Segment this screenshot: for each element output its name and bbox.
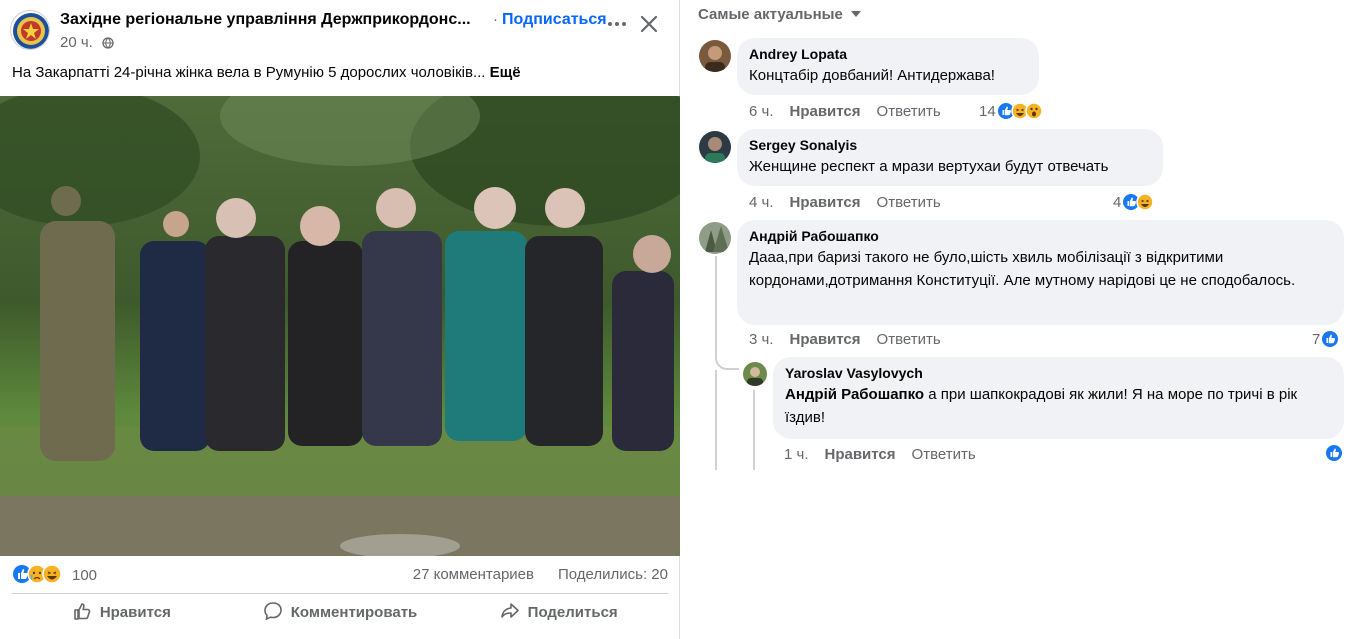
post-time[interactable]: 20 ч. bbox=[60, 34, 114, 53]
comment-reactions-count: 4 bbox=[1113, 193, 1122, 211]
close-icon[interactable] bbox=[635, 10, 663, 38]
haha-reaction-icon bbox=[42, 564, 62, 584]
comment-reactions[interactable]: 4 bbox=[1113, 192, 1161, 212]
comment-text-wrap: Андрій Рабошапко а при шапкокрадові як ж… bbox=[785, 386, 1297, 426]
comment-time[interactable]: 1 ч. bbox=[784, 446, 809, 463]
comment-like-button[interactable]: Нравится bbox=[790, 331, 861, 348]
avatar[interactable] bbox=[699, 131, 731, 163]
comment-reply-button[interactable]: Ответить bbox=[877, 331, 941, 348]
comment-like-button[interactable]: Нравится bbox=[790, 194, 861, 211]
thread-line bbox=[715, 370, 717, 470]
like-reaction-icon bbox=[997, 102, 1043, 120]
page-name[interactable]: Західне регіональне управління Держприко… bbox=[60, 11, 471, 29]
post-text: На Закарпатті 24-річна жінка вела в Руму… bbox=[12, 64, 521, 81]
post-stats: 100 27 комментариев Поделились: 20 bbox=[12, 564, 668, 586]
like-button[interactable]: Нравится bbox=[12, 594, 231, 631]
comment-reactions[interactable]: 14 bbox=[979, 101, 1050, 121]
post-time-label: 20 ч. bbox=[60, 34, 93, 51]
comment-button-label: Комментировать bbox=[290, 604, 418, 621]
comment-button[interactable]: Комментировать bbox=[231, 594, 450, 631]
post-reaction-icons[interactable] bbox=[12, 564, 72, 584]
comment-time[interactable]: 3 ч. bbox=[749, 331, 774, 348]
page-avatar[interactable] bbox=[10, 10, 50, 50]
post-action-bar: Нравится Комментировать Поделиться bbox=[12, 593, 668, 631]
sort-label: Самые актуальные bbox=[698, 6, 843, 23]
post-header: Західне регіональне управління Держприко… bbox=[10, 8, 670, 58]
comment-text: Женщине респект а мрази вертухаи будут о… bbox=[749, 158, 1109, 175]
comment-bubble: Sergey Sonalyis Женщине респект а мрази … bbox=[737, 129, 1163, 186]
comments-sort-dropdown[interactable]: Самые актуальные bbox=[698, 6, 861, 23]
share-icon bbox=[500, 601, 520, 625]
comment-bubble: Andrey Lopata Концтабір довбаний! Антиде… bbox=[737, 38, 1039, 95]
comment-reply-button[interactable]: Ответить bbox=[912, 446, 976, 463]
post-panel: Західне регіональне управління Держприко… bbox=[0, 0, 680, 639]
comment-bubble: Андрій Рабошапко Дааа,при баризі такого … bbox=[737, 220, 1344, 325]
comment-reactions[interactable] bbox=[1324, 443, 1344, 463]
thread-line bbox=[715, 256, 717, 320]
share-button[interactable]: Поделиться bbox=[449, 594, 668, 631]
see-more-link[interactable]: Ещё bbox=[490, 64, 521, 81]
comment-actions: 1 ч. Нравится Ответить bbox=[784, 446, 976, 463]
like-reaction-icon bbox=[1123, 193, 1155, 211]
post-text-body: На Закарпатті 24-річна жінка вела в Руму… bbox=[12, 64, 486, 81]
reply-connector bbox=[715, 320, 739, 370]
comment-reactions-count: 7 bbox=[1312, 330, 1321, 348]
separator-dot: · bbox=[493, 11, 498, 28]
like-icon bbox=[72, 601, 92, 625]
comments-panel: Самые актуальные Andrey Lopata Концтабір… bbox=[680, 0, 1360, 639]
like-reaction-icon bbox=[1322, 331, 1339, 347]
comment-reactions[interactable]: 7 bbox=[1312, 329, 1340, 349]
comment-mention[interactable]: Андрій Рабошапко bbox=[785, 386, 924, 403]
comment-text: Концтабір довбаний! Антидержава! bbox=[749, 67, 995, 84]
comment-author[interactable]: Andrey Lopata bbox=[749, 46, 1027, 62]
more-icon[interactable] bbox=[605, 12, 629, 36]
shares-count[interactable]: Поделились: 20 bbox=[558, 566, 668, 583]
comment-reactions-count: 14 bbox=[979, 102, 996, 120]
globe-icon bbox=[102, 36, 114, 53]
comment-author[interactable]: Sergey Sonalyis bbox=[749, 137, 1151, 153]
subscribe-link[interactable]: Подписаться bbox=[502, 11, 607, 29]
avatar[interactable] bbox=[743, 362, 767, 386]
like-reaction-icon bbox=[1326, 445, 1342, 461]
thread-line bbox=[753, 390, 755, 470]
comment-actions: 6 ч. Нравится Ответить bbox=[749, 103, 941, 120]
avatar[interactable] bbox=[699, 222, 731, 254]
comment-time[interactable]: 6 ч. bbox=[749, 103, 774, 120]
share-button-label: Поделиться bbox=[527, 604, 618, 621]
comment-author[interactable]: Андрій Рабошапко bbox=[749, 228, 1332, 244]
comment-time[interactable]: 4 ч. bbox=[749, 194, 774, 211]
comment-like-button[interactable]: Нравится bbox=[825, 446, 896, 463]
post-photo[interactable] bbox=[0, 96, 680, 556]
comment-bubble: Yaroslav Vasylovych Андрій Рабошапко а п… bbox=[773, 357, 1344, 439]
comment-like-button[interactable]: Нравится bbox=[790, 103, 861, 120]
comment-icon bbox=[263, 601, 283, 625]
avatar[interactable] bbox=[699, 40, 731, 72]
comment-reply-button[interactable]: Ответить bbox=[877, 194, 941, 211]
comment-actions: 3 ч. Нравится Ответить bbox=[749, 331, 941, 348]
comments-count[interactable]: 27 комментариев bbox=[413, 566, 534, 583]
reactions-count[interactable]: 100 bbox=[72, 567, 97, 584]
comment-reply-button[interactable]: Ответить bbox=[877, 103, 941, 120]
comment-text: Дааа,при баризі такого не було,шість хви… bbox=[749, 249, 1296, 289]
caret-down-icon bbox=[850, 11, 861, 17]
comment-author[interactable]: Yaroslav Vasylovych bbox=[785, 365, 1332, 381]
like-button-label: Нравится bbox=[99, 604, 171, 621]
comment-actions: 4 ч. Нравится Ответить bbox=[749, 194, 941, 211]
